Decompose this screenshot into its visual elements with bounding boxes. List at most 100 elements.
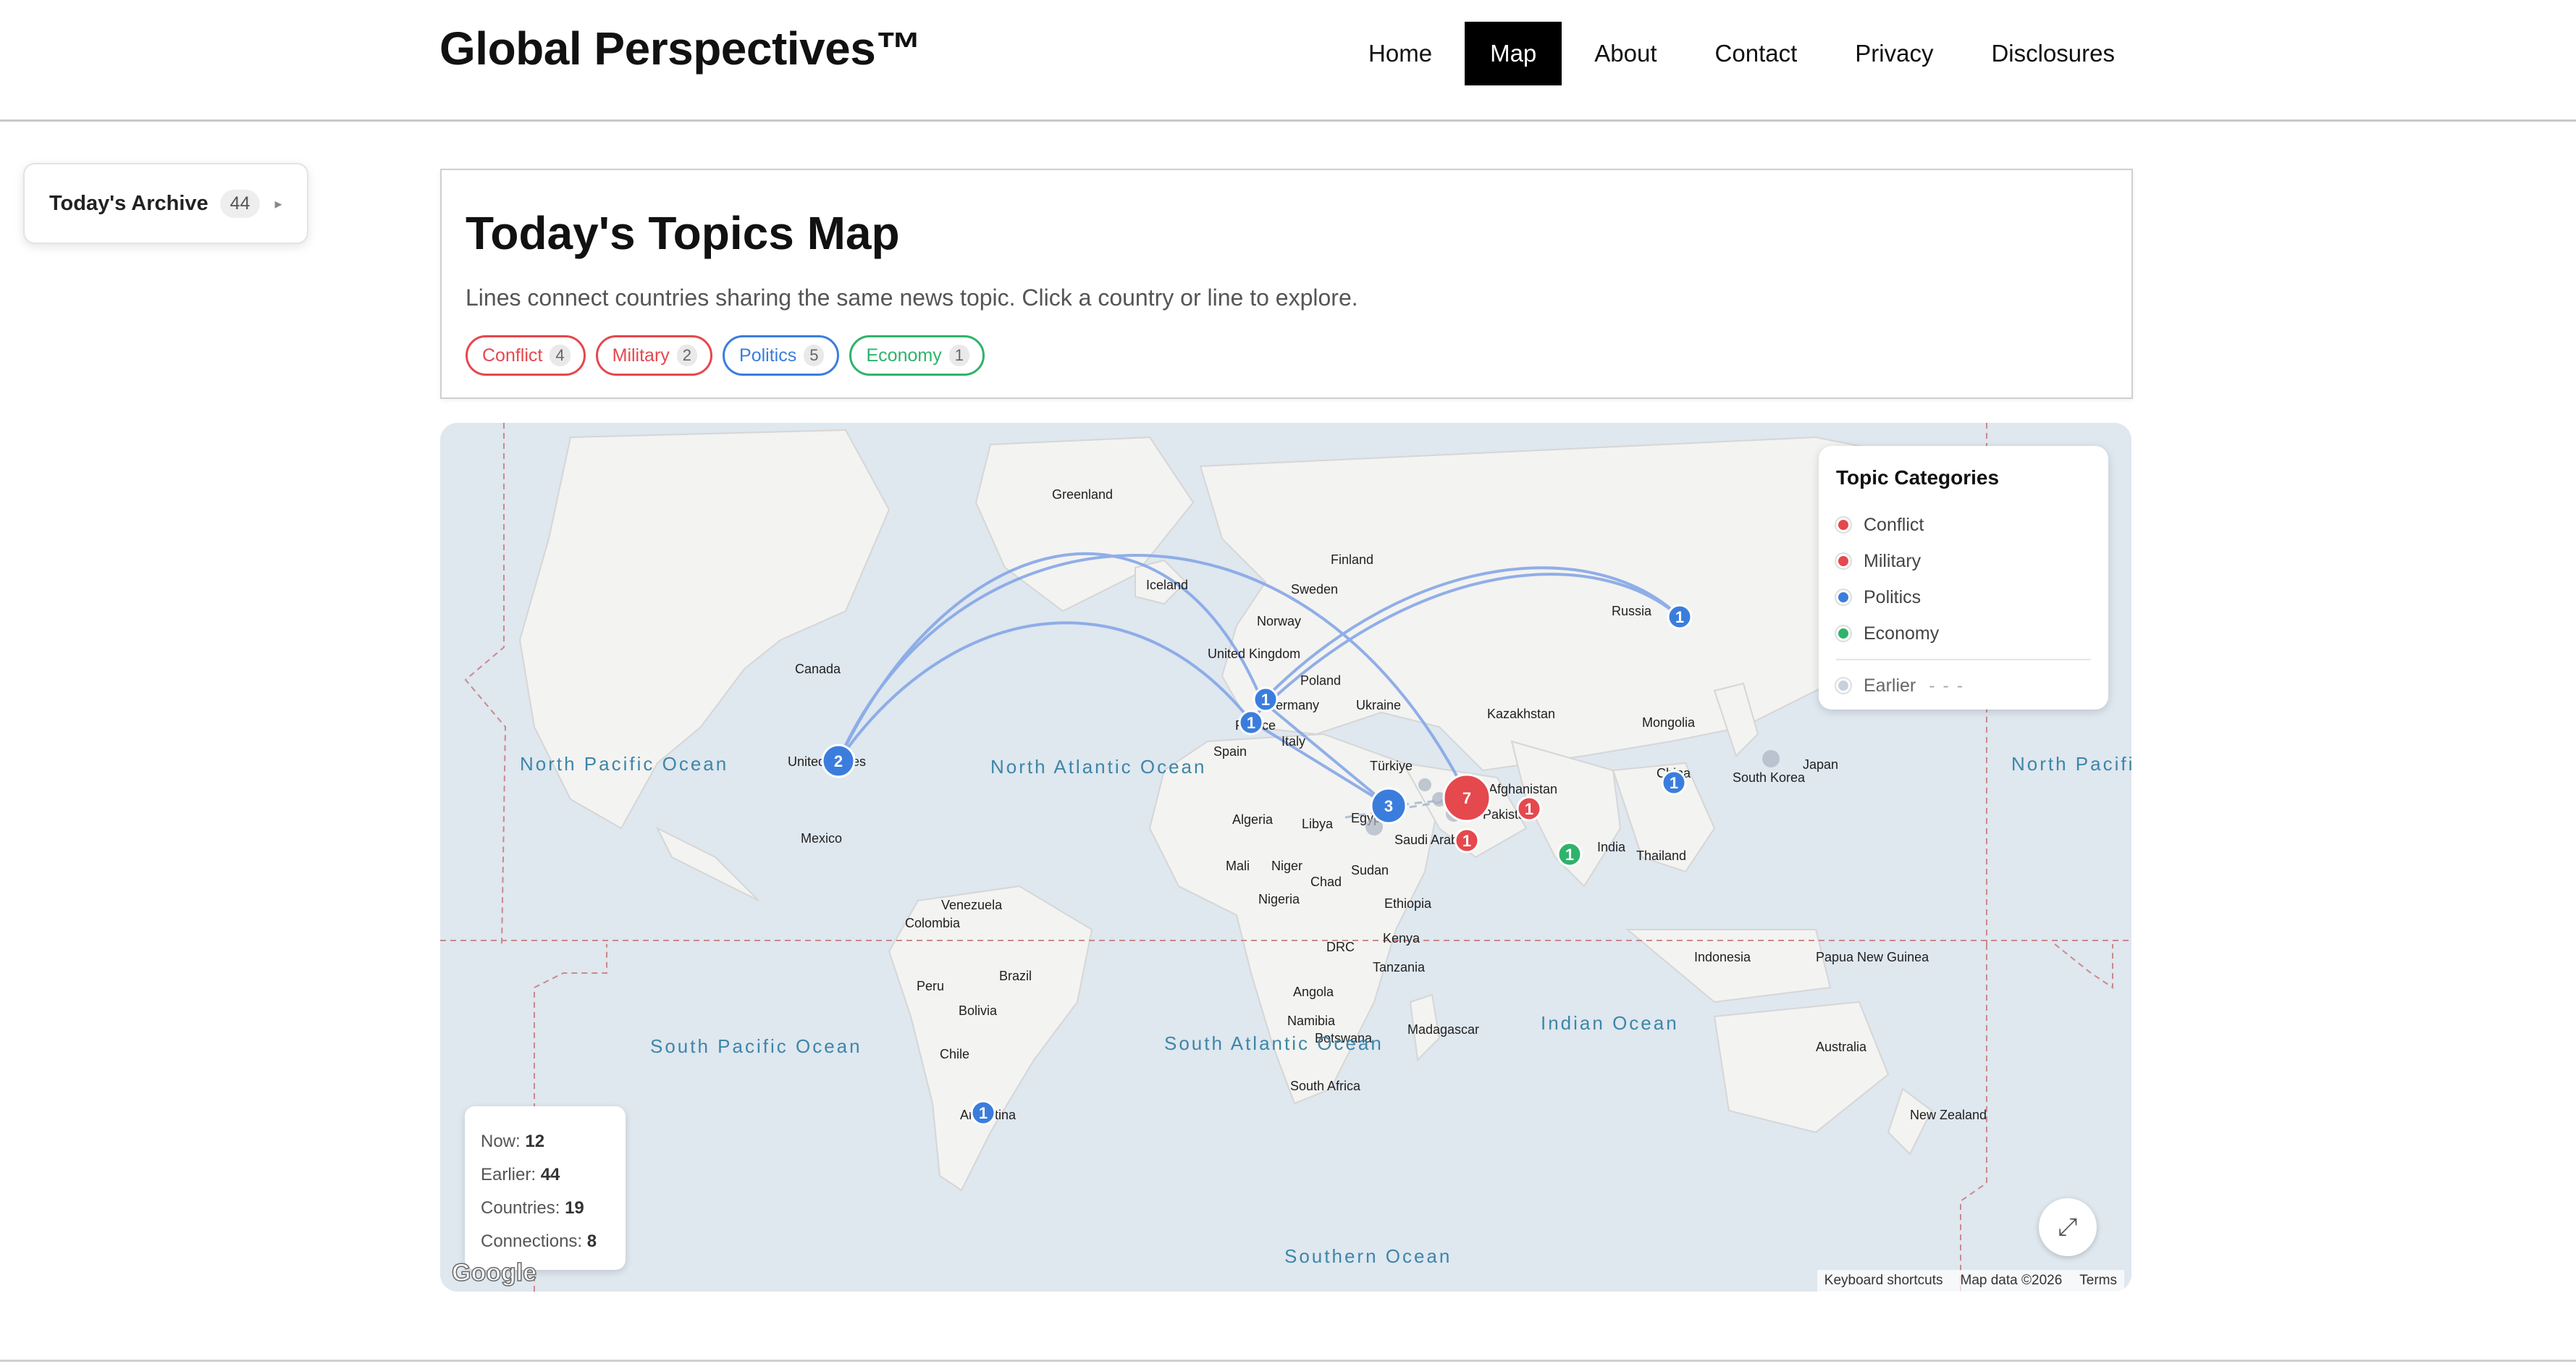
country-label: Angola — [1293, 985, 1334, 999]
ocean-label: Southern Ocean — [1284, 1245, 1452, 1267]
country-label: United Kingdom — [1208, 647, 1300, 661]
country-label: Greenland — [1052, 487, 1113, 502]
chip-military[interactable]: Military 2 — [595, 335, 713, 376]
country-label: Italy — [1281, 734, 1305, 749]
google-logo: Google — [451, 1258, 537, 1287]
marker-france: 1 — [1238, 710, 1264, 736]
chip-conflict[interactable]: Conflict 4 — [466, 335, 586, 376]
country-label: Chile — [940, 1047, 969, 1061]
footer-divider — [0, 1360, 2576, 1362]
marker-argentina: 1 — [970, 1100, 996, 1126]
marker-china: 1 — [1661, 770, 1687, 796]
earlier-dot-icon — [1836, 678, 1851, 693]
country-label: Nigeria — [1258, 892, 1300, 906]
archive-label: Today's Archive — [49, 191, 209, 215]
intro-card: Today's Topics Map Lines connect countri… — [440, 169, 2133, 399]
chevron-right-icon: ▸ — [274, 195, 282, 212]
marker-saudi-arabia: 1 — [1454, 828, 1480, 854]
country-label: Indonesia — [1694, 950, 1751, 964]
chip-label: Conflict — [482, 345, 543, 366]
stat-earlier: Earlier: 44 — [481, 1165, 560, 1184]
ocean-label: South Atlantic Ocean — [1164, 1032, 1384, 1054]
country-label: Norway — [1257, 614, 1301, 628]
marker-egypt: 3 — [1370, 787, 1407, 825]
marker-count: 1 — [1261, 691, 1270, 709]
site-brand[interactable]: Global Perspectives™ — [439, 22, 922, 75]
topic-chips: Conflict 4 Military 2 Politics 5 Economy… — [466, 335, 985, 376]
marker-india: 1 — [1557, 841, 1583, 867]
country-label: South Africa — [1290, 1079, 1361, 1093]
ocean-label: South Pacific Ocean — [650, 1035, 862, 1057]
country-label: Libya — [1302, 817, 1334, 831]
nav-privacy[interactable]: Privacy — [1830, 22, 1958, 85]
marker-count: 1 — [1247, 714, 1255, 732]
chip-count: 2 — [676, 345, 698, 366]
country-label: India — [1597, 840, 1626, 854]
marker-count: 1 — [1675, 608, 1684, 626]
chip-economy[interactable]: Economy 1 — [849, 335, 985, 376]
country-label: Thailand — [1636, 849, 1686, 863]
page-title: Today's Topics Map — [466, 207, 900, 259]
chip-politics[interactable]: Politics 5 — [723, 335, 840, 376]
country-label: Chad — [1310, 875, 1342, 889]
ocean-label: Indian Ocean — [1541, 1012, 1679, 1034]
terms-link[interactable]: Terms — [2079, 1273, 2117, 1289]
marker-united-states: 2 — [821, 744, 856, 778]
country-label: Spain — [1213, 744, 1247, 759]
legend-label: Conflict — [1864, 514, 1924, 535]
todays-archive-button[interactable]: Today's Archive 44 ▸ — [23, 163, 308, 244]
country-label: Canada — [795, 662, 841, 676]
stat-connections: Connections: 8 — [481, 1232, 597, 1251]
marker-count: 7 — [1462, 789, 1471, 807]
country-label: Mexico — [801, 831, 842, 846]
topics-map[interactable]: Greenland Iceland Finland Sweden Norway … — [440, 423, 2131, 1292]
legend-label: Military — [1864, 550, 1922, 571]
marker-pakistan: 1 — [1516, 796, 1542, 822]
military-dot-icon — [1836, 554, 1851, 568]
stat-now: Now: 12 — [481, 1132, 545, 1151]
country-label: Finland — [1331, 552, 1373, 567]
legend-item-economy[interactable]: Economy — [1836, 615, 2091, 652]
legend-item-conflict[interactable]: Conflict — [1836, 507, 2091, 543]
country-label: Sudan — [1351, 863, 1389, 877]
marker-russia: 1 — [1667, 604, 1693, 630]
economy-dot-icon — [1836, 626, 1851, 641]
legend-item-politics[interactable]: Politics — [1836, 579, 2091, 615]
nav-about[interactable]: About — [1569, 22, 1682, 85]
country-label: Russia — [1612, 604, 1652, 618]
marker-count: 1 — [1462, 832, 1471, 850]
country-label: Poland — [1300, 673, 1341, 688]
country-label: Colombia — [905, 916, 961, 930]
marker-united-kingdom: 1 — [1253, 686, 1279, 712]
marker-count: 1 — [1670, 774, 1678, 792]
legend-item-military[interactable]: Military — [1836, 543, 2091, 579]
legend-label: Politics — [1864, 586, 1922, 607]
country-label: Kazakhstan — [1487, 707, 1555, 721]
nav-home[interactable]: Home — [1343, 22, 1457, 85]
country-label: Ukraine — [1356, 698, 1401, 712]
nav-disclosures[interactable]: Disclosures — [1966, 22, 2140, 85]
legend-item-earlier[interactable]: Earlier - - - — [1836, 668, 2091, 704]
nav-map[interactable]: Map — [1465, 22, 1562, 85]
conflict-dot-icon — [1836, 518, 1851, 532]
marker-count: 3 — [1384, 797, 1393, 815]
page-subtitle: Lines connect countries sharing the same… — [466, 285, 1358, 311]
marker-count: 1 — [979, 1104, 988, 1122]
chip-label: Military — [612, 345, 670, 366]
archive-count-badge: 44 — [219, 189, 261, 218]
chip-label: Politics — [739, 345, 797, 366]
country-label: Afghanistan — [1489, 782, 1557, 796]
fullscreen-icon[interactable]: ⤢ — [2039, 1198, 2097, 1256]
country-label: Brazil — [999, 969, 1032, 983]
map-stats: Now: 12 Earlier: 44 Countries: 19 Connec… — [465, 1106, 626, 1270]
marker-iran: 7 — [1442, 773, 1491, 822]
keyboard-shortcuts-link[interactable]: Keyboard shortcuts — [1824, 1273, 1943, 1289]
country-label: New Zealand — [1910, 1108, 1987, 1122]
country-label: Madagascar — [1407, 1022, 1479, 1037]
nav-contact[interactable]: Contact — [1690, 22, 1823, 85]
site-header: Global Perspectives™ Home Map About Cont… — [0, 0, 2576, 122]
ocean-label: North Pacific Ocean — [520, 753, 728, 775]
country-label: Niger — [1271, 859, 1302, 873]
country-label: Papua New Guinea — [1816, 950, 1929, 964]
chip-label: Economy — [866, 345, 942, 366]
